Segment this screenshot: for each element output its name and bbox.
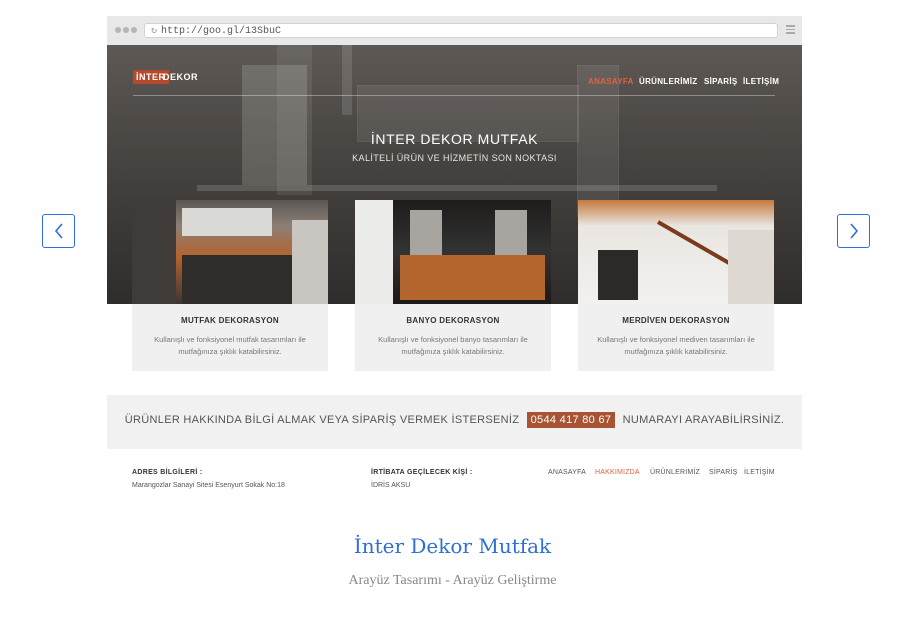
footer-nav-anasayfa[interactable]: ANASAYFA [548, 469, 586, 476]
project-title: İnter Dekor Mutfak [353, 534, 552, 558]
nav-divider [133, 95, 775, 96]
kitchen-image[interactable] [132, 200, 328, 304]
previous-slide-button[interactable] [42, 214, 75, 248]
window-dot [115, 27, 121, 33]
window-decoration [277, 45, 312, 195]
chevron-left-icon [54, 223, 63, 239]
contact-heading: İRTİBATA GEÇİLECEK KİŞİ : [371, 469, 473, 476]
logo-text[interactable]: DEKOR [163, 72, 198, 82]
hood-decoration [342, 45, 352, 115]
card-mutfak[interactable]: MUTFAK DEKORASYON Kullanışlı ve fonksiyo… [132, 304, 328, 371]
chevron-right-icon [849, 223, 858, 239]
bathroom-image[interactable] [355, 200, 551, 304]
address-heading: ADRES BİLGİLERİ : [132, 469, 203, 476]
footer-nav-siparis[interactable]: SİPARİŞ [709, 469, 738, 476]
info-band-text: ÜRÜNLER HAKKINDA BİLGİ ALMAK VEYA SİPARİ… [107, 412, 802, 428]
reload-icon: ↻ [151, 26, 158, 37]
nav-item-urunlerimiz[interactable]: ÜRÜNLERİMİZ [639, 77, 697, 86]
nav-item-iletisim[interactable]: İLETİŞİM [743, 77, 779, 86]
card-merdiven[interactable]: MERDİVEN DEKORASYON Kullanışlı ve fonksi… [578, 304, 774, 371]
footer-nav-hakkimizda[interactable]: HAKKIMIZDA [595, 469, 640, 476]
nav-item-siparis[interactable]: SİPARİŞ [704, 77, 738, 86]
info-band-before: ÜRÜNLER HAKKINDA BİLGİ ALMAK VEYA SİPARİ… [124, 414, 520, 426]
card-description: Kullanışlı ve fonksiyonel mediven tasarı… [597, 335, 755, 356]
info-band-after: NUMARAYI ARAYABİLİRSİNİZ. [622, 414, 785, 426]
window-dot [131, 27, 137, 33]
card-description: Kullanışlı ve fonksiyonel mutfak tasarım… [154, 335, 306, 356]
staircase-image[interactable] [578, 200, 774, 304]
address-bar[interactable]: ↻ http://goo.gl/13SbuC [144, 23, 778, 38]
phone-number[interactable]: 0544 417 80 67 [526, 412, 616, 428]
nav-item-anasayfa[interactable]: ANASAYFA [588, 77, 634, 86]
project-subtitle: Arayüz Tasarımı - Arayüz Geliştirme [348, 573, 557, 588]
url-text: http://goo.gl/13SbuC [161, 26, 282, 37]
footer-nav-iletisim[interactable]: İLETİŞİM [744, 469, 775, 476]
browser-window: ↻ http://goo.gl/13SbuC İNTER DEKOR ANASAY… [107, 16, 802, 496]
counter-decoration [197, 185, 717, 191]
card-title: MUTFAK DEKORASYON [181, 316, 279, 325]
address-value: Marangozlar Sanayi Sitesi Esenyurt Sokak… [132, 482, 285, 489]
info-band: ÜRÜNLER HAKKINDA BİLGİ ALMAK VEYA SİPARİ… [107, 395, 802, 449]
hero-subtitle: KALİTELİ ÜRÜN VE HİZMETİN SON NOKTASI [352, 153, 557, 163]
card-description: Kullanışlı ve fonksiyonel banyo tasarıml… [378, 335, 528, 356]
card-banyo[interactable]: BANYO DEKORASYON Kullanışlı ve fonksiyon… [355, 304, 551, 371]
card-title: MERDİVEN DEKORASYON [622, 316, 730, 325]
footer-nav-urunlerimiz[interactable]: ÜRÜNLERİMİZ [650, 469, 700, 476]
browser-toolbar: ↻ http://goo.gl/13SbuC [107, 16, 802, 46]
card-title: BANYO DEKORASYON [406, 316, 500, 325]
hamburger-menu-icon[interactable] [786, 25, 795, 36]
hero-title: İNTER DEKOR MUTFAK [370, 131, 539, 147]
next-slide-button[interactable] [837, 214, 870, 248]
window-dot [123, 27, 129, 33]
contact-value: İDRİS AKSU [371, 482, 411, 489]
